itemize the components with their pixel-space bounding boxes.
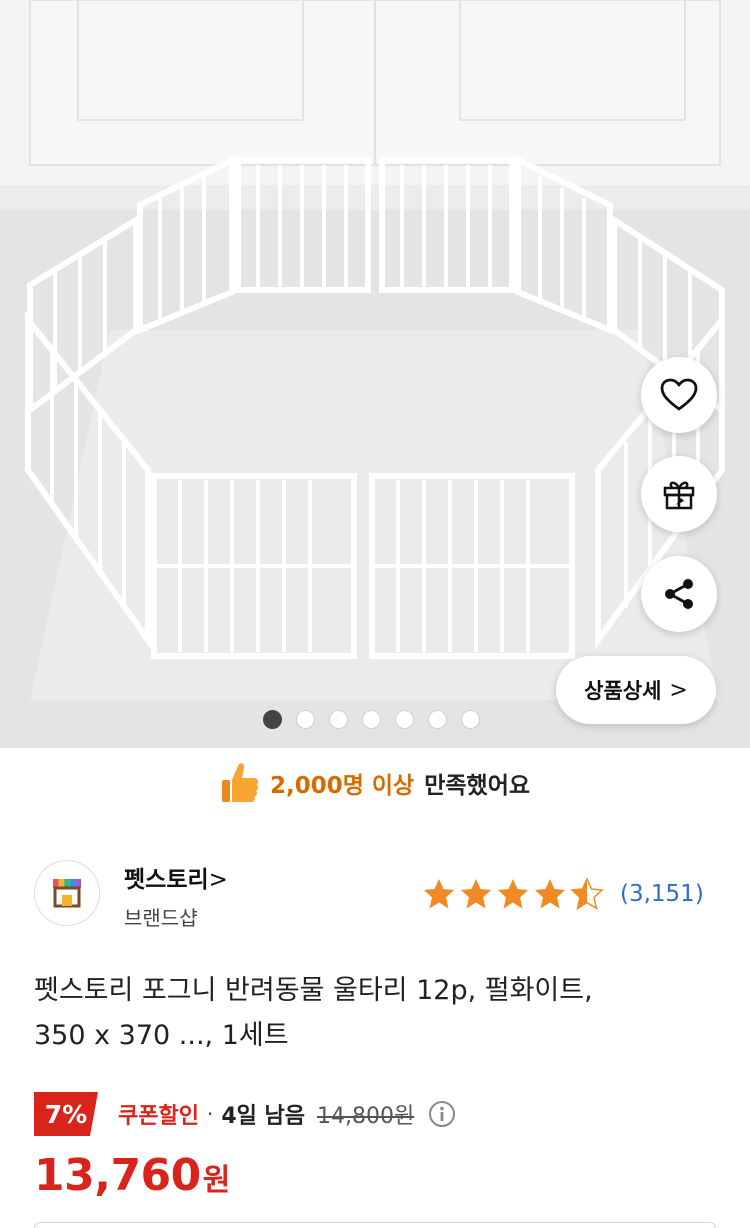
price-currency: 원 xyxy=(202,1163,231,1198)
coupon-row: 7% 쿠폰할인 · 4일 남음 14,800원 xyxy=(34,1092,456,1136)
satisfaction-text: 만족했어요 xyxy=(424,773,531,799)
final-price: 13,760 원 xyxy=(34,1150,230,1201)
product-image-carousel[interactable]: 상품상세 > xyxy=(0,0,750,748)
days-left: 4일 남음 xyxy=(221,1104,306,1129)
discount-badge: 7% xyxy=(34,1092,98,1136)
thumbs-up-icon xyxy=(221,763,259,802)
product-detail-label: 상품상세 xyxy=(584,679,662,703)
product-detail-button[interactable]: 상품상세 > xyxy=(556,656,716,724)
carousel-dot[interactable] xyxy=(296,710,315,729)
share-icon xyxy=(665,579,693,609)
carousel-dot[interactable] xyxy=(428,710,447,729)
carousel-dot[interactable] xyxy=(362,710,381,729)
gift-icon xyxy=(663,481,695,510)
separator: · xyxy=(206,1102,214,1126)
seller-info: 펫스토리> 브랜드샵 (3,151) xyxy=(34,856,724,936)
star-rating-icon xyxy=(424,878,603,910)
store-type: 브랜드샵 xyxy=(124,906,198,930)
product-title: 펫스토리 포그니 반려동물 울타리 12p, 펄화이트, 350 x 370 .… xyxy=(34,968,714,1058)
price-value: 13,760 xyxy=(34,1150,201,1201)
discount-percent: 7% xyxy=(44,1099,88,1129)
carousel-dot[interactable] xyxy=(329,710,348,729)
carousel-indicator xyxy=(263,710,480,729)
satisfaction-banner: 2,000명 이상 만족했어요 xyxy=(0,756,750,810)
product-title-line: 350 x 370 ..., 1세트 xyxy=(34,1020,289,1051)
satisfaction-highlight: 2,000명 이상 xyxy=(269,773,415,799)
rating[interactable]: (3,151) xyxy=(422,876,704,912)
chevron-right-icon: > xyxy=(669,677,688,703)
carousel-dot[interactable] xyxy=(461,710,480,729)
coupon-label: 쿠폰할인 xyxy=(118,1104,199,1129)
next-section-edge xyxy=(34,1222,716,1228)
review-count: (3,151) xyxy=(620,881,704,907)
share-button[interactable] xyxy=(641,556,717,632)
original-price: 14,800원 xyxy=(317,1104,415,1129)
store-icon xyxy=(53,879,81,908)
chevron-right-icon: > xyxy=(208,867,228,893)
info-icon[interactable] xyxy=(428,1100,456,1128)
heart-icon xyxy=(660,378,698,411)
store-name-link[interactable]: 펫스토리> xyxy=(124,860,228,894)
wishlist-button[interactable] xyxy=(641,357,717,433)
store-logo[interactable] xyxy=(34,860,100,926)
store-name: 펫스토리 xyxy=(124,867,209,893)
carousel-dot[interactable] xyxy=(395,710,414,729)
product-title-line: 펫스토리 포그니 반려동물 울타리 12p, 펄화이트, xyxy=(34,975,593,1006)
carousel-dot[interactable] xyxy=(263,710,282,729)
gift-button[interactable] xyxy=(641,456,717,532)
product-photo xyxy=(0,0,750,748)
